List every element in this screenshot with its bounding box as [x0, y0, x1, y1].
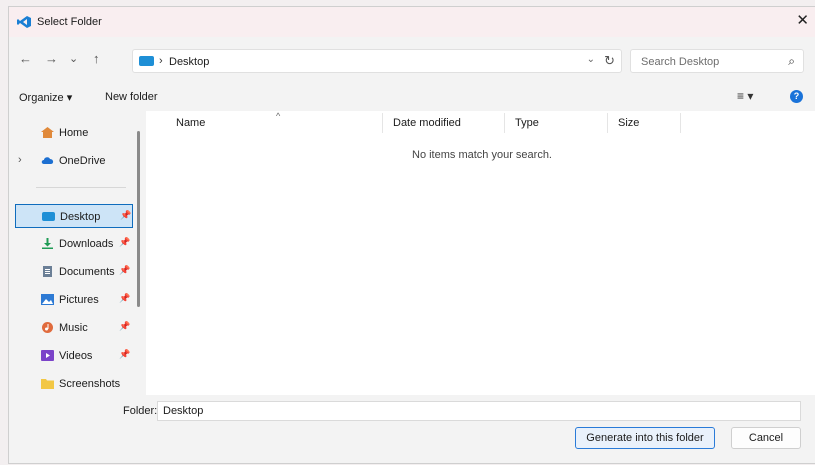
music-icon	[42, 322, 53, 333]
column-header-date-modified[interactable]: Date modified	[393, 117, 461, 129]
sidebar-item-label: Screenshots	[59, 378, 121, 390]
column-header-size[interactable]: Size	[618, 117, 639, 129]
column-header-type[interactable]: Type	[515, 117, 539, 129]
address-dropdown-icon[interactable]: ⌄	[587, 54, 595, 65]
search-input[interactable]: Search Desktop ⌕	[630, 49, 804, 73]
pin-icon: 📌	[119, 349, 131, 359]
home-icon	[41, 127, 54, 138]
videos-icon	[41, 350, 54, 361]
forward-arrow-icon[interactable]: →	[45, 51, 58, 67]
desktop-icon	[139, 56, 154, 66]
help-icon[interactable]: ?	[790, 90, 803, 103]
refresh-icon[interactable]: ↻	[604, 53, 615, 69]
expand-chevron-icon[interactable]: ›	[18, 154, 22, 166]
column-header-name[interactable]: Name	[176, 117, 205, 129]
navigation-pane: Home › OneDrive Desktop 📌 Downloads 📌 Do…	[9, 111, 140, 399]
organize-button[interactable]: Organize ▾	[19, 91, 72, 104]
sidebar-item-label: Pictures	[59, 294, 99, 306]
sidebar-item-desktop[interactable]: Desktop 📌	[15, 204, 133, 228]
window-title: Select Folder	[37, 16, 102, 28]
command-bar: Organize ▾ New folder ≡ ▾ ?	[9, 89, 815, 107]
desktop-icon	[42, 212, 55, 221]
search-placeholder: Search Desktop	[641, 56, 720, 68]
folder-icon	[41, 379, 54, 389]
back-arrow-icon[interactable]: ←	[19, 51, 32, 67]
cancel-button[interactable]: Cancel	[731, 427, 801, 449]
breadcrumb-desktop[interactable]: Desktop	[169, 56, 209, 68]
cloud-icon	[41, 157, 54, 164]
vscode-icon	[17, 16, 31, 28]
up-arrow-icon[interactable]: ↑	[93, 51, 100, 67]
breadcrumb-separator: ›	[159, 55, 163, 67]
sidebar-item-videos[interactable]: Videos 📌	[15, 344, 133, 368]
sort-ascending-icon: ^	[276, 111, 281, 121]
pictures-icon	[41, 294, 54, 305]
download-icon	[42, 238, 53, 249]
chevron-down-icon[interactable]: ⌄	[69, 51, 78, 67]
pin-icon: 📌	[119, 321, 131, 331]
sidebar-item-screenshots[interactable]: Screenshots	[15, 372, 133, 396]
close-icon[interactable]: ✕	[796, 13, 809, 28]
folder-row: Folder: Desktop	[9, 401, 815, 421]
sidebar-scrollbar[interactable]	[137, 131, 140, 307]
sidebar-item-label: Home	[59, 127, 89, 139]
document-icon	[43, 266, 52, 277]
sidebar-divider	[36, 187, 126, 188]
column-divider[interactable]	[680, 113, 681, 133]
sidebar-item-music[interactable]: Music 📌	[15, 316, 133, 340]
pin-icon: 📌	[119, 237, 131, 247]
folder-name-value: Desktop	[163, 405, 204, 417]
new-folder-button[interactable]: New folder	[105, 91, 158, 103]
sidebar-item-documents[interactable]: Documents 📌	[15, 260, 133, 284]
sidebar-item-pictures[interactable]: Pictures 📌	[15, 288, 133, 312]
sidebar-item-label: Desktop	[60, 211, 101, 223]
sidebar-item-label: Documents	[59, 266, 115, 278]
title-bar: Select Folder ✕	[9, 7, 815, 37]
pin-icon: 📌	[119, 293, 131, 303]
empty-state-message: No items match your search.	[412, 149, 552, 161]
view-options-button[interactable]: ≡ ▾	[737, 89, 753, 103]
pin-icon: 📌	[119, 265, 131, 275]
sidebar-item-label: OneDrive	[59, 155, 106, 167]
navigation-bar: ← → ⌄ ↑ › Desktop ⌄ ↻ Search Desktop ⌕	[9, 45, 815, 77]
column-divider[interactable]	[504, 113, 505, 133]
sidebar-item-home[interactable]: Home	[15, 121, 133, 145]
search-icon[interactable]: ⌕	[788, 54, 795, 69]
sidebar-item-downloads[interactable]: Downloads 📌	[15, 232, 133, 256]
column-divider[interactable]	[607, 113, 608, 133]
file-list: ^ Name Date modified Type Size No items …	[146, 111, 815, 395]
select-folder-dialog: Select Folder ✕ ← → ⌄ ↑ › Desktop ⌄ ↻ Se…	[8, 6, 815, 464]
sidebar-item-onedrive[interactable]: › OneDrive	[15, 149, 133, 173]
folder-label: Folder:	[123, 405, 158, 417]
sidebar-item-label: Downloads	[59, 238, 114, 250]
folder-name-input[interactable]: Desktop	[157, 401, 801, 421]
address-bar[interactable]: › Desktop ⌄ ↻	[132, 49, 622, 73]
sidebar-item-label: Videos	[59, 350, 93, 362]
generate-into-folder-button[interactable]: Generate into this folder	[575, 427, 715, 449]
pin-icon: 📌	[120, 210, 132, 220]
column-divider[interactable]	[382, 113, 383, 133]
sidebar-item-label: Music	[59, 322, 88, 334]
